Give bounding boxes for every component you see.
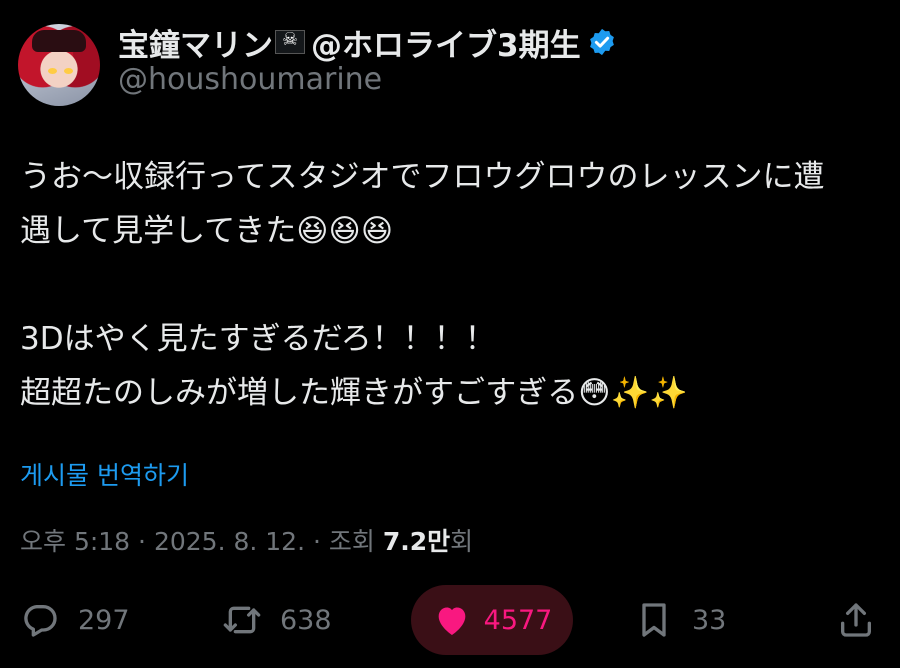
views-label: 조회 [328, 527, 375, 556]
avatar[interactable] [18, 24, 100, 106]
bookmark-icon [642, 603, 666, 637]
verified-icon[interactable] [587, 27, 617, 57]
like-icon [438, 607, 465, 635]
reply-count: 297 [78, 604, 130, 636]
separator: · [138, 527, 154, 556]
bookmark-button[interactable]: 33 [634, 585, 726, 655]
share-button[interactable] [836, 585, 876, 655]
views-value: 7.2만 [382, 527, 451, 556]
tweet-time[interactable]: 오후 5:18 [20, 527, 130, 556]
avatar-eye-right [64, 68, 73, 74]
retweet-count: 638 [280, 604, 332, 636]
handle[interactable]: @houshoumarine [118, 62, 382, 97]
retweet-icon [223, 606, 261, 634]
flag-icon [275, 29, 305, 54]
display-name-suffix[interactable]: @ホロライブ3期生 [311, 20, 581, 65]
translate-link[interactable]: 게시물 번역하기 [20, 456, 189, 492]
avatar-hat [32, 30, 86, 52]
avatar-eye-left [48, 68, 57, 74]
reply-icon [24, 605, 57, 637]
retweet-button[interactable]: 638 [222, 585, 332, 655]
tweet-date[interactable]: 2025. 8. 12. [154, 527, 305, 556]
share-icon [841, 603, 871, 637]
separator: · [312, 527, 329, 556]
bookmark-count: 33 [692, 604, 727, 636]
like-count: 4577 [483, 604, 553, 636]
tweet-text: うお～収録行ってスタジオでフロウグロウのレッスンに遭 遇して見学してきた😆😆😆 … [20, 159, 825, 411]
reply-button[interactable]: 297 [20, 585, 130, 655]
views-suffix: 회 [450, 527, 474, 556]
name-row: 宝鐘マリン @ホロライブ3期生 [118, 20, 617, 64]
display-name[interactable]: 宝鐘マリン [118, 20, 273, 65]
like-button[interactable]: 4577 [411, 585, 573, 655]
action-bar: 297 638 4577 33 [0, 585, 900, 655]
tweet-meta: 오후 5:18 · 2025. 8. 12. · 조회 7.2만회 [20, 522, 473, 558]
